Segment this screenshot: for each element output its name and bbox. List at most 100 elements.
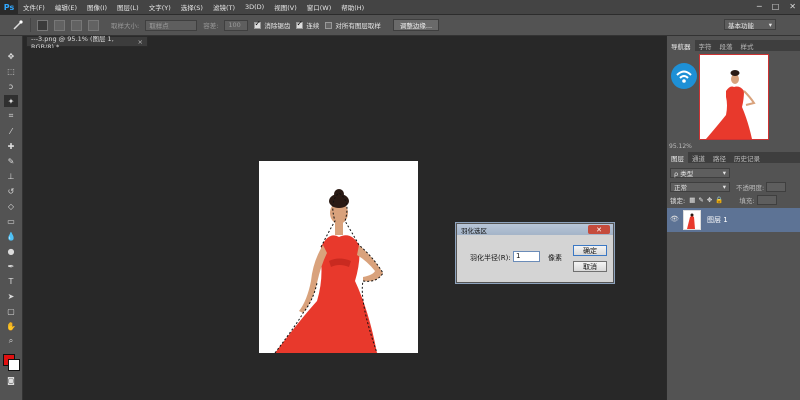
tab-navigator[interactable]: 导航器 [667, 40, 695, 51]
tab-paths[interactable]: 路径 [709, 152, 730, 163]
close-window-button[interactable]: ✕ [789, 2, 796, 11]
menu-window[interactable]: 窗口(W) [302, 2, 337, 12]
tolerance-value: 100 [228, 21, 241, 29]
path-selection-tool-icon[interactable]: ➤ [4, 290, 18, 302]
new-selection-button[interactable] [37, 19, 48, 31]
fill-label: 填充: [739, 196, 755, 205]
layer-name: 图层 1 [707, 216, 728, 224]
menu-image[interactable]: 图像(I) [82, 2, 112, 12]
eye-icon[interactable]: 👁 [670, 215, 679, 224]
chevron-down-icon: ▾ [768, 20, 772, 29]
sample-all-layers-checkbox[interactable]: 对所有图层取样 [325, 20, 381, 30]
eraser-tool-icon[interactable]: ◇ [4, 200, 18, 212]
marquee-tool-icon[interactable]: ⬚ [4, 65, 18, 77]
cancel-button[interactable]: 取消 [573, 261, 607, 272]
tab-layers[interactable]: 图层 [667, 152, 688, 163]
layer-thumbnail-image [687, 213, 695, 229]
layer-filter-row: ρ 类型 ▾ [667, 166, 800, 179]
magic-wand-icon [13, 20, 23, 30]
tab-paragraph[interactable]: 段落 [716, 40, 737, 51]
lock-image-icon[interactable]: ✎ [698, 196, 703, 204]
workspace-dropdown[interactable]: 基本功能 ▾ [724, 19, 776, 30]
blend-row: 正常 ▾ 不透明度: [667, 180, 800, 193]
tool-preset-picker[interactable] [6, 18, 31, 32]
layer-filter-label: ρ 类型 [674, 169, 694, 178]
layer-thumbnail [683, 210, 701, 230]
tab-character[interactable]: 字符 [695, 40, 716, 51]
menu-layer[interactable]: 图层(L) [112, 2, 144, 12]
unit-label: 像素 [548, 254, 562, 262]
quick-mask-icon[interactable]: ◙ [4, 374, 18, 386]
dialog-close-button[interactable]: ✕ [588, 225, 610, 234]
tolerance-label: 容差: [203, 22, 219, 30]
tab-history[interactable]: 历史记录 [730, 152, 764, 163]
gradient-tool-icon[interactable]: ▭ [4, 215, 18, 227]
navigator-panel-tabs: 导航器 字符 段落 样式 [667, 40, 800, 51]
fill-input[interactable] [756, 194, 777, 205]
minimize-button[interactable]: ─ [757, 2, 762, 11]
close-document-icon[interactable]: × [138, 38, 143, 46]
feather-radius-input[interactable]: 1 [513, 251, 540, 262]
lock-transparent-icon[interactable]: ▦ [689, 196, 695, 204]
wifi-glyph-icon [676, 70, 692, 83]
navigator-zoom-value: 95.12% [669, 143, 692, 150]
wifi-icon [671, 63, 697, 89]
subtract-from-selection-button[interactable] [71, 19, 82, 31]
blend-mode-dropdown[interactable]: 正常 ▾ [670, 181, 730, 192]
magic-wand-tool-icon[interactable]: ✦ [4, 95, 18, 107]
pen-tool-icon[interactable]: ✒ [4, 260, 18, 272]
intersect-selection-button[interactable] [88, 19, 99, 31]
layer-row[interactable]: 👁 图层 1 [667, 208, 800, 232]
clone-stamp-tool-icon[interactable]: ⊥ [4, 170, 18, 182]
add-to-selection-button[interactable] [54, 19, 65, 31]
tab-styles[interactable]: 样式 [737, 40, 758, 51]
lock-row: 锁定: ▦ ✎ ✥ 🔒 填充: [667, 193, 800, 206]
antialias-checkbox[interactable]: 消除锯齿 [254, 19, 290, 30]
menu-3d[interactable]: 3D(D) [240, 3, 269, 11]
layer-filter-dropdown[interactable]: ρ 类型 ▾ [670, 167, 730, 178]
document-tab[interactable]: ---3.png @ 95.1% (图层 1, RGB/8) * × [26, 35, 148, 51]
opacity-label: 不透明度: [736, 183, 765, 192]
crop-tool-icon[interactable]: ⌗ [4, 110, 18, 122]
lock-label: 锁定: [670, 196, 686, 205]
healing-brush-tool-icon[interactable]: ✚ [4, 140, 18, 152]
menu-edit[interactable]: 编辑(E) [50, 2, 82, 12]
maximize-button[interactable]: □ [772, 2, 780, 11]
history-brush-tool-icon[interactable]: ↺ [4, 185, 18, 197]
tab-channels[interactable]: 通道 [688, 152, 709, 163]
lock-all-icon[interactable]: 🔒 [715, 196, 723, 204]
ok-button[interactable]: 确定 [573, 245, 607, 256]
move-tool-icon[interactable]: ✥ [4, 50, 18, 62]
chevron-down-icon: ▾ [722, 168, 726, 177]
zoom-tool-icon[interactable]: ⌕ [4, 335, 18, 347]
dodge-tool-icon[interactable]: ● [4, 245, 18, 257]
sample-all-layers-label: 对所有图层取样 [335, 22, 381, 30]
refine-edge-button[interactable]: 调整边缘... [392, 19, 440, 31]
menu-filter[interactable]: 滤镜(T) [208, 2, 240, 12]
shape-tool-icon[interactable]: ▢ [4, 305, 18, 317]
menu-type[interactable]: 文字(Y) [144, 2, 176, 12]
contiguous-label: 连续 [306, 22, 320, 30]
contiguous-checkbox[interactable]: 连续 [296, 19, 320, 30]
menu-help[interactable]: 帮助(H) [336, 2, 369, 12]
woman-in-red-dress-photo [274, 189, 384, 353]
menu-bar: Ps 文件(F) 编辑(E) 图像(I) 图层(L) 文字(Y) 选择(S) 滤… [0, 0, 800, 15]
blur-tool-icon[interactable]: 💧 [4, 230, 18, 242]
menu-select[interactable]: 选择(S) [176, 2, 208, 12]
sample-size-dropdown[interactable]: 取样点 [145, 19, 198, 31]
document-canvas-image[interactable] [259, 161, 418, 353]
opacity-input[interactable] [766, 181, 787, 192]
sample-size-label: 取样大小: [111, 22, 140, 30]
background-color-swatch[interactable] [8, 359, 20, 371]
eyedropper-tool-icon[interactable]: ⁄ [4, 125, 18, 137]
feather-radius-label: 羽化半径(R): [470, 254, 511, 262]
lasso-tool-icon[interactable]: ↄ [4, 80, 18, 92]
tolerance-input[interactable]: 100 [224, 19, 249, 31]
menu-file[interactable]: 文件(F) [18, 2, 50, 12]
type-tool-icon[interactable]: T [4, 275, 18, 287]
brush-tool-icon[interactable]: ✎ [4, 155, 18, 167]
lock-position-icon[interactable]: ✥ [707, 196, 712, 204]
navigator-preview[interactable] [699, 54, 769, 140]
menu-view[interactable]: 视图(V) [269, 2, 302, 12]
hand-tool-icon[interactable]: ✋ [4, 320, 18, 332]
